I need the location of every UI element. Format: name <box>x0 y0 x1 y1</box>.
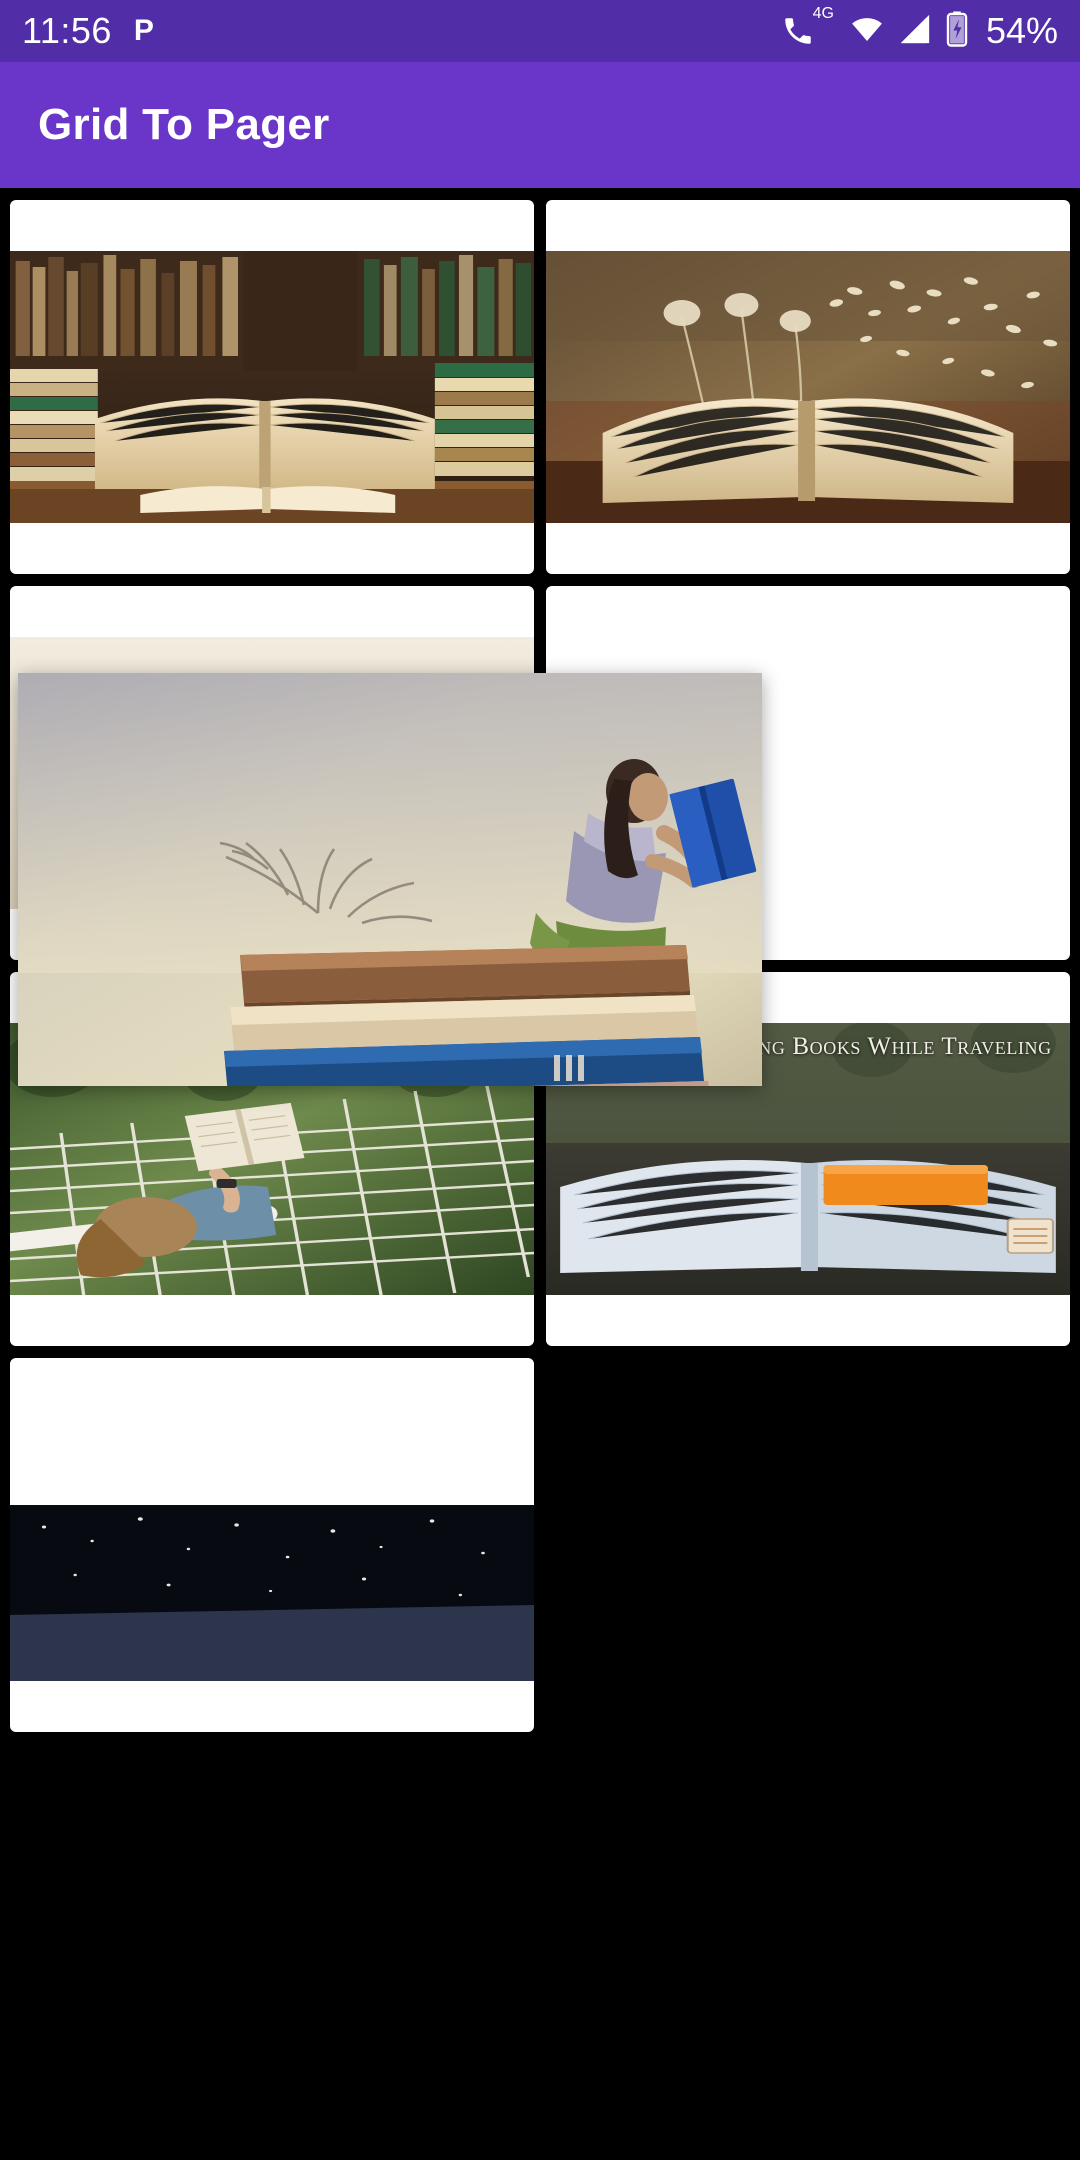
status-notification-icons: P <box>134 16 154 46</box>
grid-item-dark-night-sky-book[interactable] <box>10 1358 534 1732</box>
open-book-with-butterflies-image <box>546 251 1070 523</box>
network-type-label: 4G <box>812 5 834 22</box>
dark-night-sky-book-image <box>10 1409 534 1681</box>
dragged-image-overlay[interactable] <box>18 673 762 1086</box>
phone-signal-icon: 4G <box>781 5 836 48</box>
status-right-icons: 4G 54% <box>781 5 1058 52</box>
cellular-signal-icon <box>898 12 932 51</box>
status-time: 11:56 <box>22 10 112 51</box>
open-book-on-table-with-bookshelf-image <box>10 251 534 523</box>
page-title: Grid To Pager <box>38 100 330 149</box>
grid-item-open-book-with-butterflies[interactable] <box>546 200 1070 574</box>
battery-percent-label: 54% <box>985 10 1058 51</box>
battery-charging-icon <box>944 10 970 52</box>
app-bar: Grid To Pager <box>0 62 1080 188</box>
wifi-icon <box>848 12 886 51</box>
grid-item-open-book-on-table[interactable] <box>10 200 534 574</box>
app-notification-icon: P <box>133 14 154 47</box>
status-bar: 11:56 P 4G 54% <box>0 0 1080 62</box>
